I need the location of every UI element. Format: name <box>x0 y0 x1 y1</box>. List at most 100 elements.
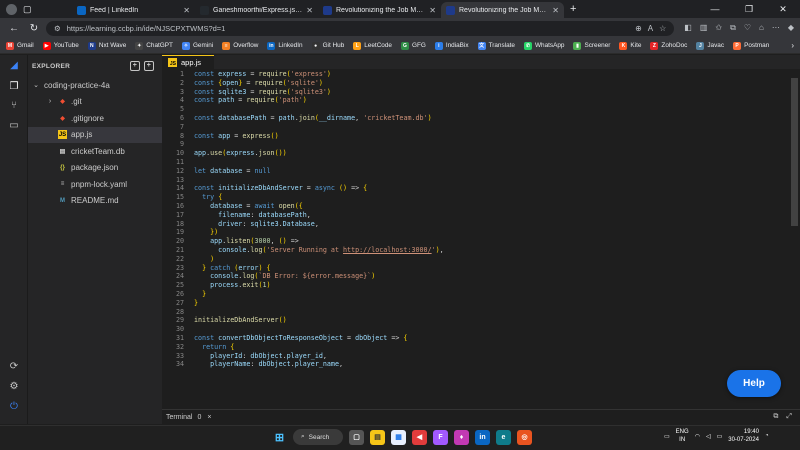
editor-tab-app-js[interactable]: JS app.js <box>162 55 214 69</box>
power-icon[interactable]: ⏻ <box>8 401 20 413</box>
figma-icon[interactable]: F <box>433 429 448 445</box>
editor-scrollbar[interactable] <box>790 70 800 409</box>
bookmark-whatsapp[interactable]: ✆ WhatsApp <box>523 41 564 50</box>
new-folder-icon[interactable]: + <box>144 61 154 71</box>
chevron-right-icon: › <box>48 98 52 106</box>
close-tab-icon[interactable]: ✕ <box>429 6 436 15</box>
copilot-icon[interactable]: ◆ <box>788 23 794 33</box>
scrollbar-thumb[interactable] <box>791 78 798 226</box>
tab-actions-icon[interactable]: ▢ <box>23 4 32 15</box>
new-file-icon[interactable]: + <box>130 61 140 71</box>
bookmark-indiabix[interactable]: i IndiaBix <box>434 41 469 50</box>
star-icon[interactable]: ☆ <box>659 24 666 33</box>
terminal-split-icon[interactable]: ⧉ <box>773 413 778 421</box>
source-control-icon[interactable]: ⑂ <box>8 100 20 112</box>
terminal-panel[interactable]: Terminal 0 × ⧉ ⤢ <box>162 409 800 424</box>
bookmark-youtube[interactable]: ▶ YouTube <box>42 41 79 50</box>
bookmark-gfg[interactable]: G GFG <box>400 41 426 50</box>
favorites-icon[interactable]: ✩ <box>715 23 722 33</box>
tree-item-readme-md[interactable]: M README.md <box>28 193 162 210</box>
bookmark-leetcode[interactable]: L LeetCode <box>353 41 392 50</box>
close-tab-icon[interactable]: ✕ <box>183 6 190 15</box>
extensions-icon[interactable]: ◧ <box>684 23 692 33</box>
wifi-icon[interactable]: ◠ <box>695 433 700 440</box>
taskbar-search[interactable]: ⌕ Search <box>293 429 343 445</box>
edge-browser-icon[interactable]: e <box>496 429 511 445</box>
app-red-icon[interactable]: ◀ <box>412 429 427 445</box>
profile-avatar-icon[interactable] <box>6 3 17 15</box>
terminal-close[interactable]: × <box>207 414 211 421</box>
language-indicator[interactable]: ENG IN <box>676 428 689 444</box>
close-window-button[interactable]: ✕ <box>766 4 800 15</box>
volume-icon[interactable]: ◁ <box>706 433 711 440</box>
line-number: 25 <box>175 281 184 290</box>
tree-item-package-json[interactable]: {} package.json <box>28 160 162 177</box>
url-text[interactable]: https://learning.ccbp.in/ide/NJSCPXTWMS?… <box>67 24 629 33</box>
terminal-maximize-icon[interactable]: ⤢ <box>786 413 792 421</box>
battery-icon[interactable]: ▭ <box>717 433 723 440</box>
bookmark-nxt-wave[interactable]: N Nxt Wave <box>87 41 126 50</box>
clock[interactable]: 19:40 30-07-2024 <box>728 428 759 444</box>
files-icon[interactable]: ❐ <box>8 81 20 93</box>
tree-item-cricketteam-db[interactable]: ▤ cricketTeam.db <box>28 143 162 160</box>
zoom-icon[interactable]: ⊕ <box>635 24 642 33</box>
minimize-button[interactable]: — <box>698 4 732 14</box>
bookmark-gmail[interactable]: M Gmail <box>6 41 34 50</box>
bookmark-linkedin[interactable]: in LinkedIn <box>267 41 303 50</box>
bookmark-chatgpt[interactable]: ✦ ChatGPT <box>135 41 173 50</box>
bookmark-screener[interactable]: ▮ Screener <box>573 41 610 50</box>
task-view-icon[interactable]: ▢ <box>349 429 364 445</box>
site-info-icon[interactable]: ⚙ <box>54 24 61 33</box>
notification-icon[interactable]: ◔ <box>765 433 769 439</box>
reload-icon[interactable]: ↻ <box>26 23 42 34</box>
tree-item-pnpm-lock-yaml[interactable]: ≡ pnpm-lock.yaml <box>28 176 162 193</box>
app-pink-icon[interactable]: ♦ <box>454 429 469 445</box>
md-file-icon: M <box>60 197 65 204</box>
bookmark-javac[interactable]: J Javac <box>696 41 724 50</box>
back-arrow-icon[interactable]: ← <box>6 23 22 34</box>
code-line: 27} <box>162 299 790 308</box>
tree-item-gitignore[interactable]: ◆ .gitignore <box>28 110 162 127</box>
bookmarks-overflow-icon[interactable]: › <box>791 41 794 50</box>
more-menu-icon[interactable]: ⋯ <box>772 23 780 33</box>
tree-item-label: cricketTeam.db <box>71 146 125 156</box>
read-aloud-icon[interactable]: A <box>648 24 653 33</box>
browser-tab-4[interactable]: Revolutionizing the Job Market | ✕ <box>441 2 564 18</box>
tree-item-coding-practice-4a[interactable]: ⌄ coding-practice-4a <box>28 77 162 94</box>
close-tab-icon[interactable]: ✕ <box>552 6 559 15</box>
terminal-label[interactable]: Terminal <box>166 414 192 421</box>
bookmark-kite[interactable]: K Kite <box>619 41 641 50</box>
sync-icon[interactable]: ⟳ <box>8 361 20 373</box>
browser-tab-2[interactable]: Ganeshmoorthi/Express.js-Crick✕ <box>195 2 318 18</box>
windows-start-icon[interactable]: ⊞ <box>272 430 287 445</box>
tree-item-app-js[interactable]: JS app.js <box>28 126 162 143</box>
linkedin-app-icon[interactable]: in <box>475 429 490 445</box>
bookmark-gemini[interactable]: ✧ Gemini <box>181 41 213 50</box>
shopping-icon[interactable]: ⌂ <box>759 23 764 33</box>
comment-icon[interactable]: ▭ <box>8 120 20 132</box>
bookmark-postman[interactable]: P Postman <box>733 41 769 50</box>
bookmark-translate[interactable]: 文 Translate <box>477 41 515 50</box>
address-bar[interactable]: ⚙ https://learning.ccbp.in/ide/NJSCPXTWM… <box>46 20 675 36</box>
settings-gear-icon[interactable]: ⚙ <box>8 381 20 393</box>
split-screen-icon[interactable]: ▥ <box>700 23 708 33</box>
heart-icon[interactable]: ♡ <box>744 23 751 33</box>
browser-tab-1[interactable]: Feed | LinkedIn ✕ <box>72 2 195 18</box>
nxtwave-icon <box>446 5 455 15</box>
maximize-button[interactable]: ❐ <box>732 4 766 15</box>
close-tab-icon[interactable]: ✕ <box>306 6 313 15</box>
code-line: 31 const convertDbObjectToResponseObject … <box>162 334 790 343</box>
ubuntu-icon[interactable]: ◎ <box>517 429 532 445</box>
browser-tab-3[interactable]: Revolutionizing the Job Market | ✕ <box>318 2 441 18</box>
code-editor[interactable]: 1 const express = require('express') 2 cons… <box>162 70 790 409</box>
bookmark-overflow[interactable]: ≡ Overflow <box>222 41 258 50</box>
collections-icon[interactable]: ⧉ <box>730 23 736 33</box>
file-explorer-icon[interactable]: ▤ <box>370 429 385 445</box>
bookmark-zohodoc[interactable]: Z ZohoDoc <box>650 41 687 50</box>
new-tab-button[interactable]: + <box>564 0 582 18</box>
help-button[interactable]: Help <box>727 370 781 397</box>
calendar-icon[interactable]: ▦ <box>391 429 406 445</box>
bookmark-git-hub[interactable]: ● Git Hub <box>311 41 344 50</box>
tree-item-git[interactable]: › ◆ .git <box>28 94 162 111</box>
tray-overflow-icon[interactable]: ▭ <box>664 433 670 440</box>
